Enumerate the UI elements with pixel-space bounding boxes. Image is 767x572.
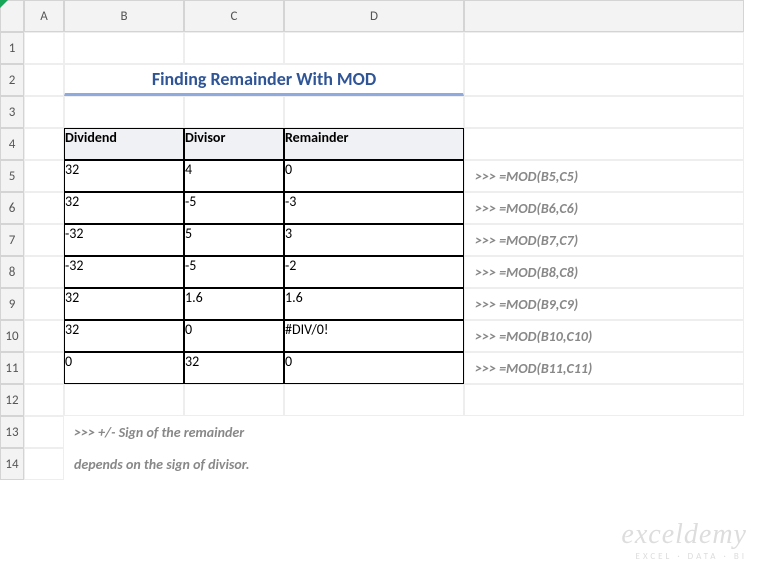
- table-header-dividend[interactable]: Dividend: [64, 128, 184, 160]
- note-line-1[interactable]: >>> +/- Sign of the remainder: [64, 416, 744, 448]
- cell-C3[interactable]: [184, 96, 284, 128]
- formula-8[interactable]: >>> =MOD(B8,C8): [464, 256, 744, 288]
- cell-E4[interactable]: [464, 128, 744, 160]
- cell-A12[interactable]: [24, 384, 64, 416]
- cell-B6[interactable]: 32: [64, 192, 184, 224]
- row-header-14[interactable]: 14: [0, 448, 24, 480]
- cell-A13[interactable]: [24, 416, 64, 448]
- cell-E1[interactable]: [464, 32, 744, 64]
- cell-C10[interactable]: 0: [184, 320, 284, 352]
- cell-A11[interactable]: [24, 352, 64, 384]
- cell-D10[interactable]: #DIV/0!: [284, 320, 464, 352]
- cell-B10[interactable]: 32: [64, 320, 184, 352]
- cell-B1[interactable]: [64, 32, 184, 64]
- cell-A6[interactable]: [24, 192, 64, 224]
- row-header-1[interactable]: 1: [0, 32, 24, 64]
- cell-D12[interactable]: [284, 384, 464, 416]
- table-header-remainder[interactable]: Remainder: [284, 128, 464, 160]
- cell-C12[interactable]: [184, 384, 284, 416]
- cell-D8[interactable]: -2: [284, 256, 464, 288]
- cell-D11[interactable]: 0: [284, 352, 464, 384]
- row-header-10[interactable]: 10: [0, 320, 24, 352]
- error-indicator-icon: [0, 0, 8, 8]
- formula-5[interactable]: >>> =MOD(B5,C5): [464, 160, 744, 192]
- cell-A1[interactable]: [24, 32, 64, 64]
- cell-C9[interactable]: 1.6: [184, 288, 284, 320]
- cell-C1[interactable]: [184, 32, 284, 64]
- watermark-tagline: EXCEL · DATA · BI: [621, 551, 747, 562]
- cell-B11[interactable]: 0: [64, 352, 184, 384]
- cell-C5[interactable]: 4: [184, 160, 284, 192]
- cell-A2[interactable]: [24, 64, 64, 96]
- row-header-11[interactable]: 11: [0, 352, 24, 384]
- cell-D10-value: #DIV/0!: [285, 321, 328, 338]
- formula-7[interactable]: >>> =MOD(B7,C7): [464, 224, 744, 256]
- cell-B7[interactable]: -32: [64, 224, 184, 256]
- row-header-5[interactable]: 5: [0, 160, 24, 192]
- col-header-D[interactable]: D: [284, 0, 464, 32]
- cell-D1[interactable]: [284, 32, 464, 64]
- spreadsheet-grid: A B C D 1 2 Finding Remainder With MOD 3…: [0, 0, 767, 480]
- row-header-7[interactable]: 7: [0, 224, 24, 256]
- row-header-13[interactable]: 13: [0, 416, 24, 448]
- watermark: exceldemy EXCEL · DATA · BI: [621, 519, 747, 562]
- cell-B8[interactable]: -32: [64, 256, 184, 288]
- cell-C6[interactable]: -5: [184, 192, 284, 224]
- cell-E2[interactable]: [464, 64, 744, 96]
- cell-D9[interactable]: 1.6: [284, 288, 464, 320]
- cell-D5[interactable]: 0: [284, 160, 464, 192]
- cell-B5[interactable]: 32: [64, 160, 184, 192]
- cell-C7[interactable]: 5: [184, 224, 284, 256]
- formula-11[interactable]: >>> =MOD(B11,C11): [464, 352, 744, 384]
- row-header-8[interactable]: 8: [0, 256, 24, 288]
- row-header-3[interactable]: 3: [0, 96, 24, 128]
- row-header-4[interactable]: 4: [0, 128, 24, 160]
- cell-A7[interactable]: [24, 224, 64, 256]
- cell-E12[interactable]: [464, 384, 744, 416]
- cell-E3[interactable]: [464, 96, 744, 128]
- col-header-B[interactable]: B: [64, 0, 184, 32]
- cell-B12[interactable]: [64, 384, 184, 416]
- cell-D7[interactable]: 3: [284, 224, 464, 256]
- row-header-9[interactable]: 9: [0, 288, 24, 320]
- row-header-12[interactable]: 12: [0, 384, 24, 416]
- watermark-brand: exceldemy: [621, 519, 747, 551]
- page-title[interactable]: Finding Remainder With MOD: [64, 64, 464, 96]
- col-header-A[interactable]: A: [24, 0, 64, 32]
- cell-B9[interactable]: 32: [64, 288, 184, 320]
- formula-6[interactable]: >>> =MOD(B6,C6): [464, 192, 744, 224]
- formula-10[interactable]: >>> =MOD(B10,C10): [464, 320, 744, 352]
- cell-C11[interactable]: 32: [184, 352, 284, 384]
- cell-B3[interactable]: [64, 96, 184, 128]
- cell-A9[interactable]: [24, 288, 64, 320]
- cell-A14[interactable]: [24, 448, 64, 480]
- cell-D6[interactable]: -3: [284, 192, 464, 224]
- col-header-extra[interactable]: [464, 0, 744, 32]
- cell-A10[interactable]: [24, 320, 64, 352]
- cell-D3[interactable]: [284, 96, 464, 128]
- formula-9[interactable]: >>> =MOD(B9,C9): [464, 288, 744, 320]
- row-header-6[interactable]: 6: [0, 192, 24, 224]
- note-line-2[interactable]: depends on the sign of divisor.: [64, 448, 744, 480]
- cell-A8[interactable]: [24, 256, 64, 288]
- table-header-divisor[interactable]: Divisor: [184, 128, 284, 160]
- cell-C8[interactable]: -5: [184, 256, 284, 288]
- col-header-C[interactable]: C: [184, 0, 284, 32]
- cell-A4[interactable]: [24, 128, 64, 160]
- cell-A5[interactable]: [24, 160, 64, 192]
- cell-A3[interactable]: [24, 96, 64, 128]
- row-header-2[interactable]: 2: [0, 64, 24, 96]
